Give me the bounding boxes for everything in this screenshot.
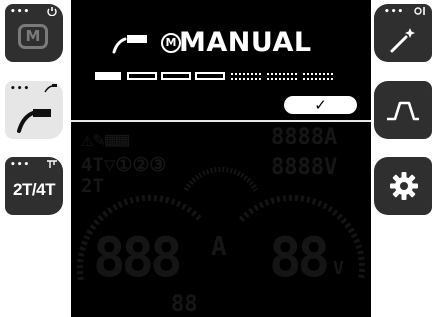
mode-button[interactable]: ••• M (5, 4, 63, 62)
ghost-current-readout: 8888A (271, 125, 338, 150)
magic-wand-icon (390, 28, 415, 53)
settings-mini-icon (414, 7, 425, 15)
waveform-button[interactable] (374, 81, 432, 139)
step-indicator (127, 72, 157, 80)
mode-header: M MANUAL ✓ (71, 0, 371, 120)
step-indicator-active (95, 72, 121, 80)
step-indicator-disabled (231, 73, 261, 80)
mig-torch-icon (17, 109, 51, 133)
gear-icon (390, 172, 418, 200)
ghost-unit-amps: A (211, 232, 227, 262)
step-indicator (195, 72, 225, 80)
lcd-screen: M MANUAL ✓ ⚠✎▦▦ 8888A 4T▽①②③ 8888V 2T 88… (71, 0, 371, 317)
manual-mode-icon: M (161, 33, 181, 53)
wizard-button[interactable]: ••• (374, 4, 432, 62)
confirm-button[interactable]: ✓ (284, 96, 357, 114)
mig-torch-icon (112, 35, 147, 54)
ghost-status-icons: ⚠✎▦▦ (81, 127, 130, 151)
trigger-button[interactable]: ••• 2T/4T (5, 157, 63, 215)
settings-button[interactable] (374, 157, 432, 215)
power-icon (47, 7, 57, 16)
process-button[interactable]: ••• (5, 81, 63, 139)
small-torch-icon (44, 84, 57, 93)
step-indicator-disabled (267, 73, 297, 80)
step-indicator-disabled (303, 73, 333, 80)
more-dots: ••• (10, 160, 31, 170)
divider (71, 120, 371, 122)
ghost-big-voltage: 88 (269, 226, 330, 289)
ghost-unit-volts: V (333, 258, 344, 279)
trigger-icon: 2T/4T (13, 180, 55, 199)
ghost-bottom-readout: 88 (171, 292, 198, 317)
more-dots: ••• (10, 84, 31, 94)
more-dots: ••• (10, 7, 31, 17)
m-badge-icon: M (18, 24, 48, 49)
more-dots: ••• (384, 7, 405, 17)
pulse-waveform-icon (387, 101, 419, 121)
trigger-mini-icon (47, 160, 57, 168)
ghost-big-current: 888 (93, 226, 183, 289)
step-indicator (161, 72, 191, 80)
page-title: MANUAL (179, 27, 312, 58)
